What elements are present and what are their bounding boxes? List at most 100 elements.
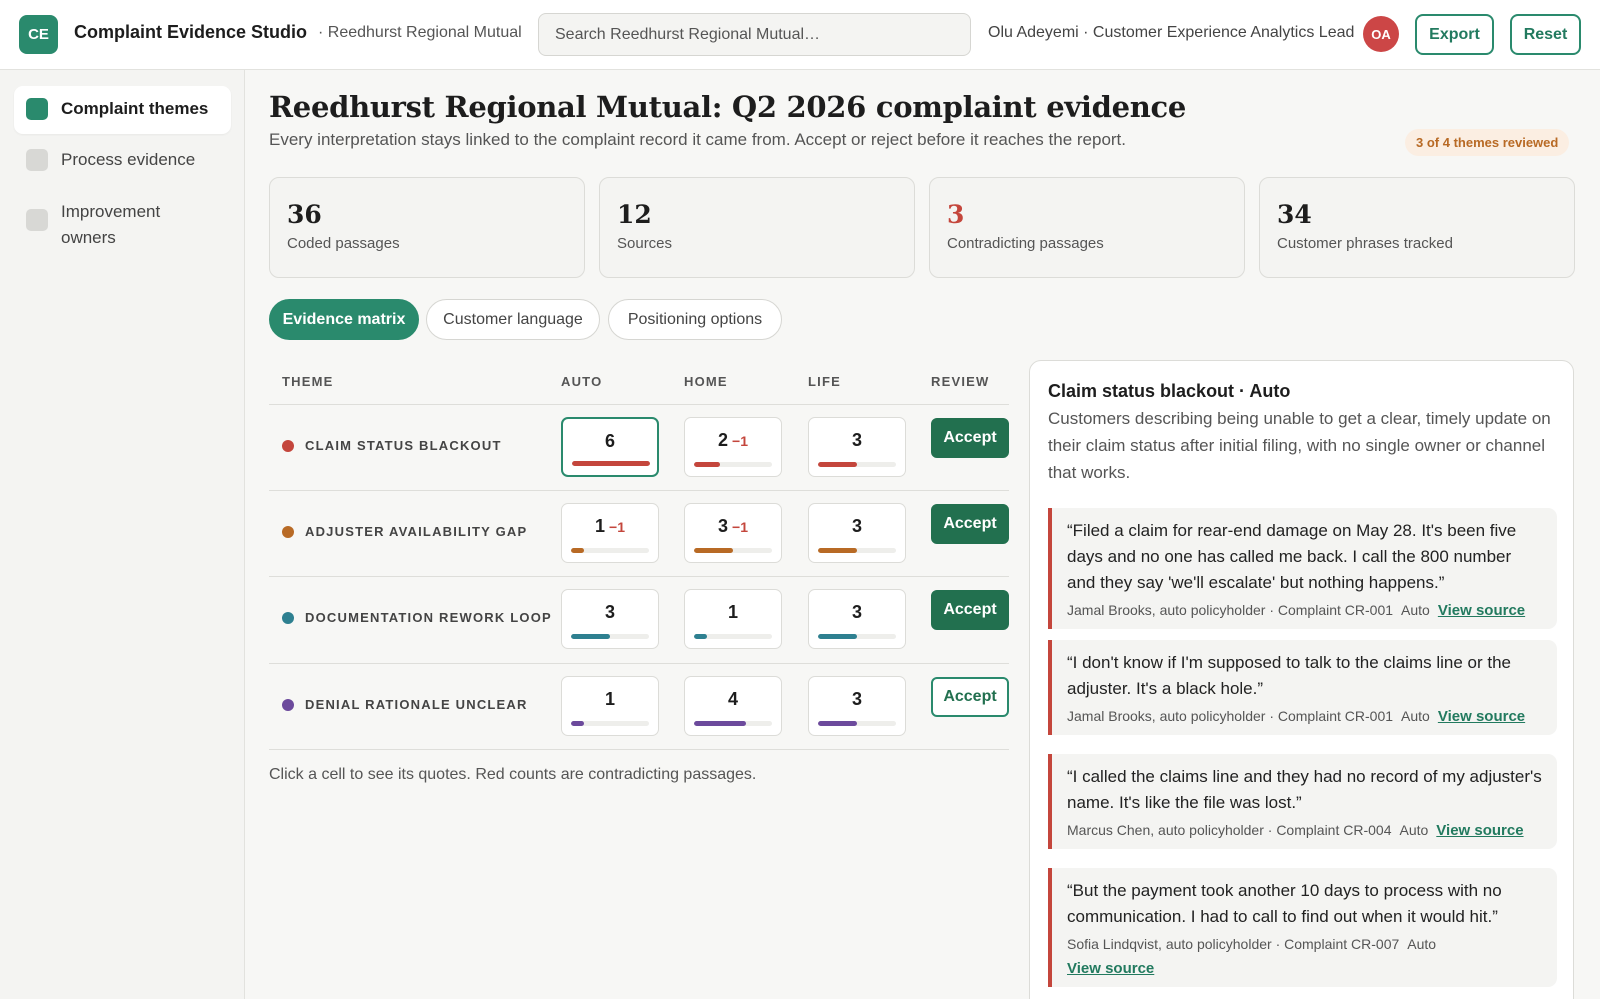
avatar[interactable]: OA — [1363, 16, 1399, 52]
cell-count-wrap: 1 −1 — [562, 516, 658, 537]
accept-button[interactable]: Accept — [931, 677, 1009, 717]
cell-bar-track — [694, 548, 772, 553]
matrix-cell-home[interactable]: 4 — [684, 676, 782, 736]
stat-card-coded-passages: 36 Coded passages — [269, 177, 585, 278]
cell-bar-track — [818, 462, 896, 467]
sidebar-item-complaint-themes[interactable]: Complaint themes — [14, 86, 231, 134]
cell-count: 2 — [718, 430, 729, 450]
cell-bar-fill — [694, 721, 746, 726]
stat-value: 34 — [1277, 200, 1312, 229]
cell-count: 4 — [727, 689, 738, 709]
cell-count-wrap: 6 — [563, 431, 657, 452]
quote-meta: Jamal Brooks, auto policyholder · Compla… — [1067, 708, 1543, 725]
search-input[interactable] — [538, 13, 971, 56]
quote-line: Auto — [1407, 936, 1437, 952]
cell-count: 3 — [851, 516, 862, 536]
theme-name: CLAIM STATUS BLACKOUT — [305, 438, 502, 453]
cell-bar-track — [694, 462, 772, 467]
tab-evidence-matrix[interactable]: Evidence matrix — [269, 299, 419, 340]
cell-contradict-count: −1 — [609, 519, 625, 535]
quote-text: “Filed a claim for rear-end damage on Ma… — [1067, 521, 1517, 592]
cell-bar-track — [571, 634, 649, 639]
column-header-life: LIFE — [808, 374, 841, 389]
org-name: · Reedhurst Regional Mutual — [318, 24, 522, 41]
theme-name: DENIAL RATIONALE UNCLEAR — [305, 697, 528, 712]
theme-detail-panel: Claim status blackout · Auto Customers d… — [1029, 360, 1574, 999]
cell-count: 1 — [595, 516, 606, 536]
stat-card-customer-phrases: 34 Customer phrases tracked — [1259, 177, 1575, 278]
matrix-cell-home[interactable]: 2 −1 — [684, 417, 782, 477]
view-source-link[interactable]: View source — [1436, 822, 1523, 839]
divider — [269, 490, 1009, 491]
cell-contradict-count: −1 — [732, 519, 748, 535]
matrix-cell-auto[interactable]: 1 — [561, 676, 659, 736]
cell-bar-fill — [571, 548, 584, 553]
cell-count-wrap: 3 — [809, 516, 905, 537]
theme-label-row: CLAIM STATUS BLACKOUT — [282, 438, 502, 453]
matrix-cell-life[interactable]: 3 — [808, 503, 906, 563]
stat-label: Contradicting passages — [947, 235, 1104, 252]
cell-bar-fill — [818, 462, 857, 467]
export-button[interactable]: Export — [1415, 14, 1494, 55]
cell-bar-fill — [694, 548, 733, 553]
nav-indicator-icon — [26, 209, 48, 231]
matrix-cell-home[interactable]: 1 — [684, 589, 782, 649]
matrix-cell-life[interactable]: 3 — [808, 589, 906, 649]
cell-bar-track — [571, 548, 649, 553]
user-name: Olu Adeyemi · Customer Experience Analyt… — [988, 24, 1355, 41]
cell-count-wrap: 1 — [562, 689, 658, 710]
view-source-link[interactable]: View source — [1438, 708, 1525, 725]
view-source-link[interactable]: View source — [1067, 960, 1154, 977]
column-header-home: HOME — [684, 374, 728, 389]
panel-title: Claim status blackout · Auto — [1048, 381, 1291, 401]
cell-count-wrap: 3 — [809, 602, 905, 623]
tab-customer-language[interactable]: Customer language — [426, 299, 600, 340]
quote-meta: Sofia Lindqvist, auto policyholder · Com… — [1067, 936, 1543, 977]
cell-bar-fill — [818, 721, 857, 726]
accept-button[interactable]: Accept — [931, 504, 1009, 544]
cell-bar-fill — [818, 548, 857, 553]
tab-positioning-options[interactable]: Positioning options — [608, 299, 782, 340]
divider — [269, 749, 1009, 750]
theme-color-dot-icon — [282, 439, 294, 452]
sidebar-item-label: Complaint themes — [61, 99, 209, 118]
matrix-cell-life[interactable]: 3 — [808, 417, 906, 477]
matrix-cell-auto[interactable]: 1 −1 — [561, 503, 659, 563]
cell-bar-track — [818, 721, 896, 726]
app-title: Complaint Evidence Studio — [74, 22, 308, 42]
nav-indicator-icon — [26, 98, 48, 120]
view-source-link[interactable]: View source — [1438, 602, 1525, 619]
quote-meta: Jamal Brooks, auto policyholder · Compla… — [1067, 602, 1543, 619]
review-status-badge: 3 of 4 themes reviewed — [1405, 129, 1570, 156]
column-header-theme: THEME — [282, 374, 334, 389]
cell-count: 1 — [727, 602, 738, 622]
cell-count-wrap: 3 −1 — [685, 516, 781, 537]
nav-indicator-icon — [26, 149, 48, 171]
quote-source: Sofia Lindqvist, auto policyholder · Com… — [1067, 936, 1400, 952]
sidebar-item-process-evidence[interactable]: Process evidence — [14, 137, 231, 185]
matrix-cell-auto[interactable]: 6 — [561, 417, 659, 477]
theme-name: ADJUSTER AVAILABILITY GAP — [305, 524, 528, 539]
quote-source: Jamal Brooks, auto policyholder · Compla… — [1067, 602, 1394, 618]
cell-bar-track — [818, 548, 896, 553]
cell-bar-fill — [571, 634, 610, 639]
accept-button[interactable]: Accept — [931, 590, 1009, 630]
quote-card: “But the payment took another 10 days to… — [1048, 868, 1557, 987]
app-logo: CE — [19, 15, 58, 54]
stat-value: 3 — [947, 200, 965, 229]
theme-color-dot-icon — [282, 698, 294, 711]
matrix-cell-life[interactable]: 3 — [808, 676, 906, 736]
matrix-cell-auto[interactable]: 3 — [561, 589, 659, 649]
divider — [269, 576, 1009, 577]
sidebar-item-improvement-owners[interactable]: Improvement owners — [14, 189, 214, 263]
cell-bar-fill — [694, 462, 720, 467]
quote-source: Jamal Brooks, auto policyholder · Compla… — [1067, 708, 1394, 724]
page-subtitle: Every interpretation stays linked to the… — [269, 130, 1127, 149]
cell-count-wrap: 2 −1 — [685, 430, 781, 451]
matrix-cell-home[interactable]: 3 −1 — [684, 503, 782, 563]
sidebar: Complaint themes Process evidence Improv… — [0, 70, 245, 999]
reset-button[interactable]: Reset — [1510, 14, 1581, 55]
cell-bar-fill — [571, 721, 584, 726]
accept-button[interactable]: Accept — [931, 418, 1009, 458]
